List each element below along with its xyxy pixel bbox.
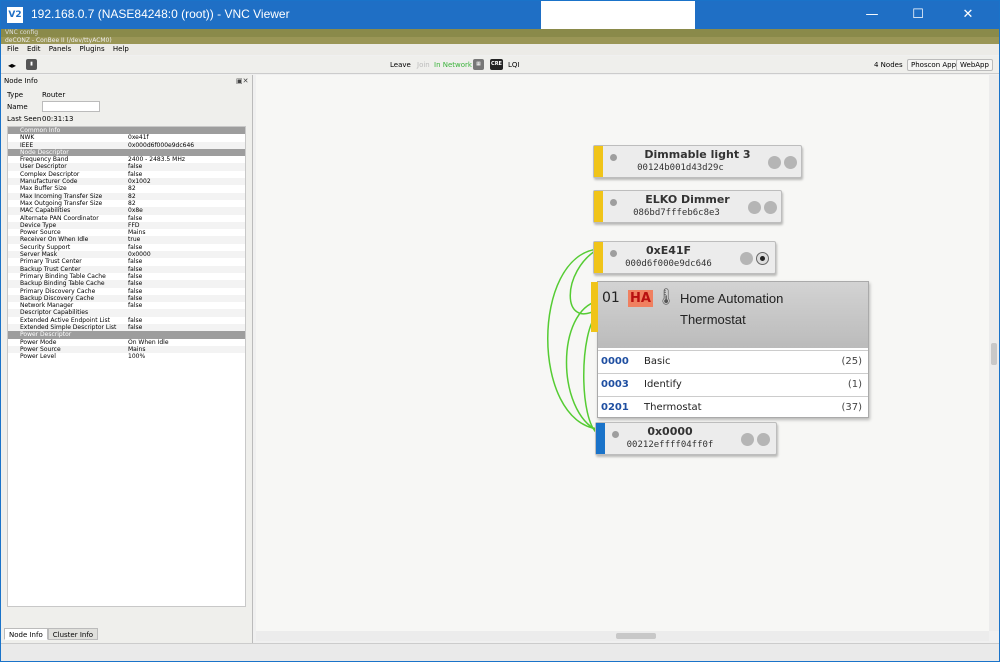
cluster-name: Basic bbox=[644, 356, 671, 367]
cluster-row-thermostat[interactable]: 0201 Thermostat (37) bbox=[598, 396, 868, 418]
thermometer-icon: 🌡 bbox=[656, 287, 677, 306]
node-dimmable-light-3[interactable]: Dimmable light 3 00124b001d43d29c bbox=[593, 145, 802, 178]
node-mac: 086bd7fffeb6c8e3 bbox=[633, 208, 720, 218]
node-port-button[interactable] bbox=[748, 201, 761, 214]
cluster-id: 0201 bbox=[601, 402, 629, 413]
cluster-id: 0000 bbox=[601, 356, 629, 367]
node-port-button[interactable] bbox=[757, 433, 770, 446]
node-port-button[interactable] bbox=[741, 433, 754, 446]
node-port-button[interactable] bbox=[740, 252, 753, 265]
vnc-window: V2 192.168.0.7 (NASE84248:0 (root)) - VN… bbox=[0, 0, 1000, 662]
endpoint-number: 01 bbox=[602, 290, 620, 306]
device-name-line1: Home Automation bbox=[680, 291, 784, 306]
node-elko-dimmer[interactable]: ELKO Dimmer 086bd7fffeb6c8e3 bbox=[593, 190, 782, 223]
endpoint-panel[interactable]: 01 HA 🌡 Home Automation Thermostat 0000 … bbox=[591, 281, 869, 418]
node-mac: 00212effff04ff0f bbox=[626, 440, 714, 450]
cluster-attribute-count: (1) bbox=[847, 379, 862, 390]
cluster-attribute-count: (25) bbox=[841, 356, 862, 367]
node-mac: 00124b001d43d29c bbox=[637, 163, 724, 173]
node-port-selected-button[interactable] bbox=[756, 252, 769, 265]
status-bar bbox=[1, 643, 999, 661]
node-name: 0x0000 bbox=[647, 425, 693, 438]
node-mac: 000d6f000e9dc646 bbox=[625, 259, 712, 269]
node-port-button[interactable] bbox=[784, 156, 797, 169]
cluster-name: Thermostat bbox=[644, 402, 702, 413]
cluster-row-identify[interactable]: 0003 Identify (1) bbox=[598, 373, 868, 395]
device-name-line2: Thermostat bbox=[680, 312, 746, 327]
cluster-name: Identify bbox=[644, 379, 682, 390]
endpoint-connector bbox=[591, 282, 598, 332]
node-0xe41f[interactable]: 0xE41F 000d6f000e9dc646 bbox=[593, 241, 776, 274]
network-link-line bbox=[547, 248, 599, 430]
node-name: 0xE41F bbox=[645, 244, 692, 257]
cluster-row-basic[interactable]: 0000 Basic (25) bbox=[598, 350, 868, 372]
node-port-button[interactable] bbox=[764, 201, 777, 214]
endpoint-header: 01 HA 🌡 Home Automation Thermostat bbox=[598, 282, 868, 348]
ha-profile-badge: HA bbox=[628, 290, 653, 307]
node-0x0000-coordinator[interactable]: 0x0000 00212effff04ff0f bbox=[595, 422, 777, 455]
cluster-attribute-count: (37) bbox=[841, 402, 862, 413]
cluster-id: 0003 bbox=[601, 379, 629, 390]
node-port-button[interactable] bbox=[768, 156, 781, 169]
